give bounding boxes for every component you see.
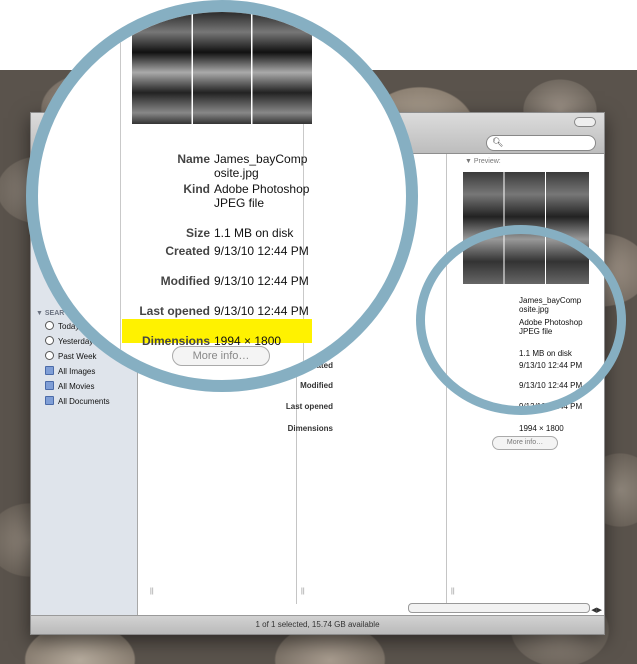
scroll-arrows[interactable]: ◀▶	[591, 606, 602, 614]
sidebar-item-all-documents[interactable]: All Documents	[45, 396, 110, 408]
magnifier-callout: Name James_bayComposite.jpg Kind Adobe Pho…	[26, 0, 418, 392]
smart-folder-icon	[45, 381, 54, 390]
smart-folder-icon	[45, 396, 54, 405]
column-resize-handle[interactable]: ||	[301, 588, 305, 595]
search-icon: 🔍︎	[492, 137, 504, 147]
more-info-button[interactable]: More info…	[492, 436, 558, 450]
sidebar-item-past-week[interactable]: Past Week	[45, 351, 97, 363]
clock-icon	[45, 321, 54, 330]
toolbar-toggle-button[interactable]	[574, 117, 596, 127]
status-text: 1 of 1 selected, 15.74 GB available	[255, 620, 380, 629]
sidebar-section-header[interactable]: ▼ SEAR	[36, 310, 64, 317]
sidebar-item-all-movies[interactable]: All Movies	[45, 381, 94, 393]
clock-icon	[45, 351, 54, 360]
horizontal-scrollbar[interactable]	[408, 603, 590, 613]
smart-folder-icon	[45, 366, 54, 375]
more-info-button[interactable]: More info…	[172, 346, 270, 366]
sidebar-item-all-images[interactable]: All Images	[45, 366, 95, 378]
magnifier-ring	[416, 225, 626, 415]
preview-header[interactable]: ▼ Preview:	[465, 158, 501, 165]
column-resize-handle[interactable]: ||	[451, 588, 455, 595]
preview-thumbnail	[132, 12, 312, 124]
column-resize-handle[interactable]: ||	[150, 588, 154, 595]
column-divider	[120, 12, 121, 380]
status-bar: 1 of 1 selected, 15.74 GB available	[31, 615, 604, 634]
clock-icon	[45, 336, 54, 345]
